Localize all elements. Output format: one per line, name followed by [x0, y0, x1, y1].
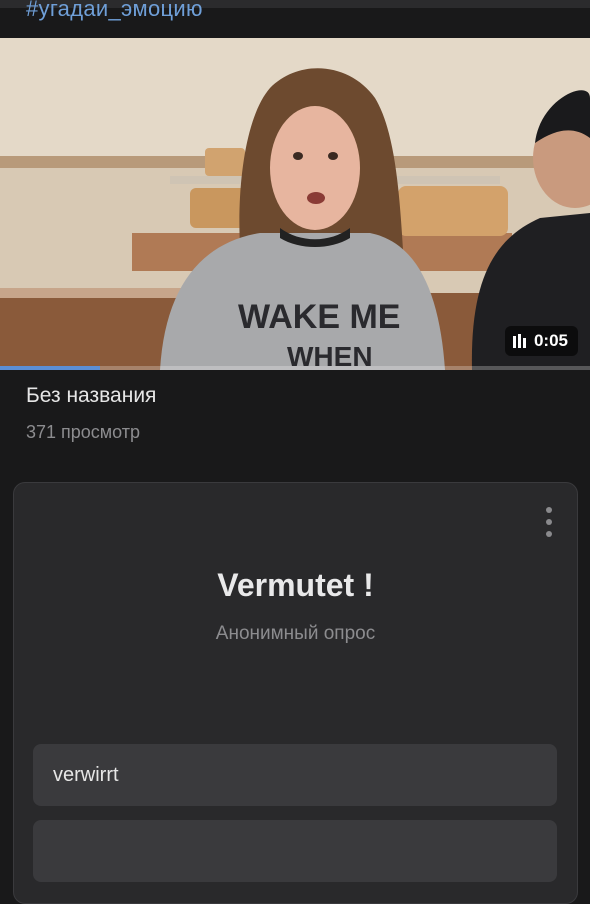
video-thumbnail: WAKE ME WHEN [0, 38, 590, 370]
poll-option-1[interactable]: verwirrt [33, 744, 557, 806]
video-progress-bar[interactable] [0, 366, 590, 370]
video-progress-fill [0, 366, 101, 370]
shirt-text-line1: WAKE ME [238, 298, 400, 336]
poll-option-2[interactable] [33, 820, 557, 882]
duration-badge: 0:05 [504, 326, 578, 356]
video-player[interactable]: WAKE ME WHEN 0:05 [0, 38, 590, 370]
poll-card: Vermutet ! Анонимный опрос verwirrt [13, 482, 578, 904]
video-view-count: 371 просмотр [26, 422, 141, 442]
duration-text: 0:05 [533, 331, 568, 350]
poll-subtitle: Анонимный опрос [215, 623, 376, 644]
vertical-dots-icon[interactable] [545, 507, 553, 537]
equalizer-bars-icon [512, 334, 526, 348]
video-title[interactable]: Без названия [26, 384, 156, 408]
poll-option-label: verwirrt [53, 763, 119, 786]
hashtag-link[interactable]: #угадаи_эмоцию [26, 0, 203, 22]
poll-title: Vermutet ! [217, 567, 374, 603]
